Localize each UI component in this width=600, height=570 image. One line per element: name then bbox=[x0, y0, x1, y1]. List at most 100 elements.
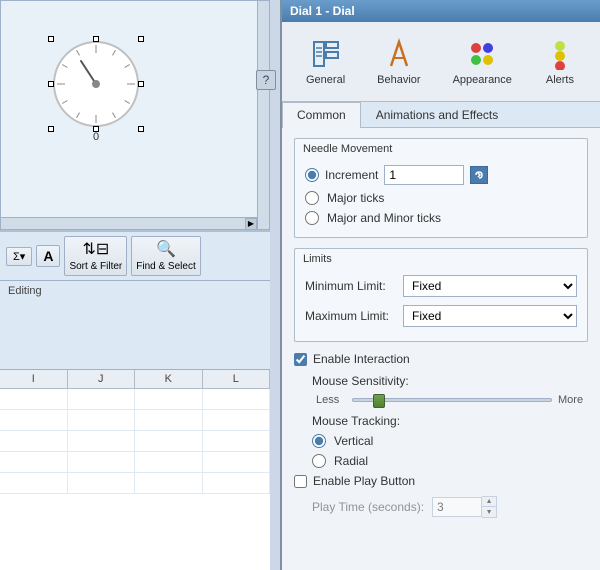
tab-animations[interactable]: Animations and Effects bbox=[361, 102, 514, 127]
play-button-section: Enable Play Button Play Time (seconds): … bbox=[294, 474, 588, 518]
sort-filter-btn[interactable]: ⇅⊟ Sort & Filter bbox=[64, 236, 127, 276]
increment-radio[interactable] bbox=[305, 168, 319, 182]
play-time-label: Play Time (seconds): bbox=[312, 500, 424, 514]
behavior-label: Behavior bbox=[377, 74, 420, 86]
cell-l2[interactable] bbox=[203, 410, 271, 430]
cell-k5[interactable] bbox=[135, 473, 203, 493]
icon-toolbar: General Behavior Appearance bbox=[282, 22, 600, 102]
sensitivity-slider-row: Less More bbox=[312, 394, 588, 406]
cell-l4[interactable] bbox=[203, 452, 271, 472]
dial-svg bbox=[51, 39, 141, 129]
handle-lm[interactable] bbox=[48, 81, 54, 87]
sigma-btn[interactable]: Σ▾ bbox=[6, 247, 32, 266]
handle-bm[interactable] bbox=[93, 126, 99, 132]
cell-i3[interactable] bbox=[0, 431, 68, 451]
major-ticks-label: Major ticks bbox=[327, 191, 384, 205]
cell-k1[interactable] bbox=[135, 389, 203, 409]
scroll-right-btn[interactable]: ▶ bbox=[245, 218, 257, 230]
table-row bbox=[0, 431, 270, 452]
appearance-btn[interactable]: Appearance bbox=[443, 34, 522, 90]
vertical-radio[interactable] bbox=[312, 434, 326, 448]
toolbar-row-1: Σ▾ A ⇅⊟ Sort & Filter 🔍 Find & Select bbox=[0, 232, 270, 280]
major-ticks-radio[interactable] bbox=[305, 191, 319, 205]
dial-container[interactable]: 0 bbox=[36, 21, 156, 161]
cell-i4[interactable] bbox=[0, 452, 68, 472]
handle-tl[interactable] bbox=[48, 36, 54, 42]
left-panel: 0 ▶ Σ▾ A ⇅⊟ Sort & Filter bbox=[0, 0, 280, 570]
cell-j4[interactable] bbox=[68, 452, 136, 472]
canvas-scrollbar-horizontal[interactable]: ▶ bbox=[1, 217, 257, 229]
increment-row: Increment bbox=[305, 165, 577, 185]
sensitivity-slider-thumb[interactable] bbox=[373, 394, 385, 408]
behavior-icon bbox=[383, 38, 415, 70]
cell-i2[interactable] bbox=[0, 410, 68, 430]
sigma-icon: Σ▾ bbox=[13, 250, 25, 263]
interaction-body: Mouse Sensitivity: Less More Mouse Track… bbox=[294, 374, 588, 468]
col-header-j: J bbox=[68, 370, 136, 388]
col-header-i: I bbox=[0, 370, 68, 388]
cell-i1[interactable] bbox=[0, 389, 68, 409]
sensitivity-slider-track[interactable] bbox=[352, 398, 552, 402]
major-minor-ticks-radio[interactable] bbox=[305, 211, 319, 225]
cell-j1[interactable] bbox=[68, 389, 136, 409]
handle-bl[interactable] bbox=[48, 126, 54, 132]
cell-i5[interactable] bbox=[0, 473, 68, 493]
right-panel: Dial 1 - Dial General bbox=[280, 0, 600, 570]
stepper-up-btn[interactable]: ▲ bbox=[482, 497, 496, 507]
cell-l1[interactable] bbox=[203, 389, 271, 409]
max-limit-label: Maximum Limit: bbox=[305, 309, 395, 323]
vertical-label: Vertical bbox=[334, 434, 373, 448]
min-limit-select[interactable]: Fixed Dynamic None bbox=[403, 275, 577, 297]
enable-play-label: Enable Play Button bbox=[313, 474, 415, 488]
canvas-scrollbar-vertical[interactable] bbox=[257, 1, 269, 229]
cell-j5[interactable] bbox=[68, 473, 136, 493]
find-select-btn[interactable]: 🔍 Find & Select bbox=[131, 236, 200, 276]
cell-k4[interactable] bbox=[135, 452, 203, 472]
max-limit-select[interactable]: Fixed Dynamic None bbox=[403, 305, 577, 327]
more-label: More bbox=[558, 394, 588, 406]
handle-tm[interactable] bbox=[93, 36, 99, 42]
handle-br[interactable] bbox=[138, 126, 144, 132]
limits-section: Limits Minimum Limit: Fixed Dynamic None… bbox=[294, 248, 588, 342]
toolbar-area: Σ▾ A ⇅⊟ Sort & Filter 🔍 Find & Select bbox=[0, 230, 270, 370]
table-row bbox=[0, 410, 270, 431]
font-a-icon: A bbox=[43, 248, 53, 264]
link-icon[interactable] bbox=[470, 166, 488, 184]
cell-j2[interactable] bbox=[68, 410, 136, 430]
find-select-label: Find & Select bbox=[136, 261, 195, 273]
handle-rm[interactable] bbox=[138, 81, 144, 87]
tab-common[interactable]: Common bbox=[282, 102, 361, 128]
sort-filter-icon: ⇅⊟ bbox=[82, 239, 109, 259]
general-btn[interactable]: General bbox=[296, 34, 355, 90]
font-size-btn[interactable]: A bbox=[36, 245, 60, 267]
enable-interaction-checkbox[interactable] bbox=[294, 353, 307, 366]
sensitivity-label: Mouse Sensitivity: bbox=[312, 374, 409, 388]
max-limit-row: Maximum Limit: Fixed Dynamic None bbox=[305, 305, 577, 327]
interaction-section: Enable Interaction Mouse Sensitivity: Le… bbox=[294, 352, 588, 468]
enable-play-checkbox[interactable] bbox=[294, 475, 307, 488]
increment-value-input[interactable] bbox=[384, 165, 464, 185]
increment-label: Increment bbox=[325, 168, 378, 182]
alerts-btn[interactable]: Alerts bbox=[534, 34, 586, 90]
dial-widget[interactable] bbox=[51, 39, 141, 129]
vertical-tracking-row: Vertical bbox=[312, 434, 588, 448]
help-button[interactable]: ? bbox=[256, 70, 276, 90]
enable-interaction-row: Enable Interaction bbox=[294, 352, 588, 366]
handle-tr[interactable] bbox=[138, 36, 144, 42]
cell-l3[interactable] bbox=[203, 431, 271, 451]
cell-j3[interactable] bbox=[68, 431, 136, 451]
props-content: Needle Movement Increment bbox=[282, 128, 600, 564]
play-time-input[interactable] bbox=[432, 497, 482, 517]
dial-value-label: 0 bbox=[93, 131, 99, 143]
cell-l5[interactable] bbox=[203, 473, 271, 493]
table-row bbox=[0, 389, 270, 410]
cell-k3[interactable] bbox=[135, 431, 203, 451]
cell-k2[interactable] bbox=[135, 410, 203, 430]
radial-radio[interactable] bbox=[312, 454, 326, 468]
min-limit-label: Minimum Limit: bbox=[305, 279, 395, 293]
spreadsheet-area: I J K L bbox=[0, 370, 270, 570]
stepper-down-btn[interactable]: ▼ bbox=[482, 507, 496, 517]
tab-bar: Common Animations and Effects bbox=[282, 102, 600, 128]
alerts-icon bbox=[544, 38, 576, 70]
behavior-btn[interactable]: Behavior bbox=[367, 34, 430, 90]
